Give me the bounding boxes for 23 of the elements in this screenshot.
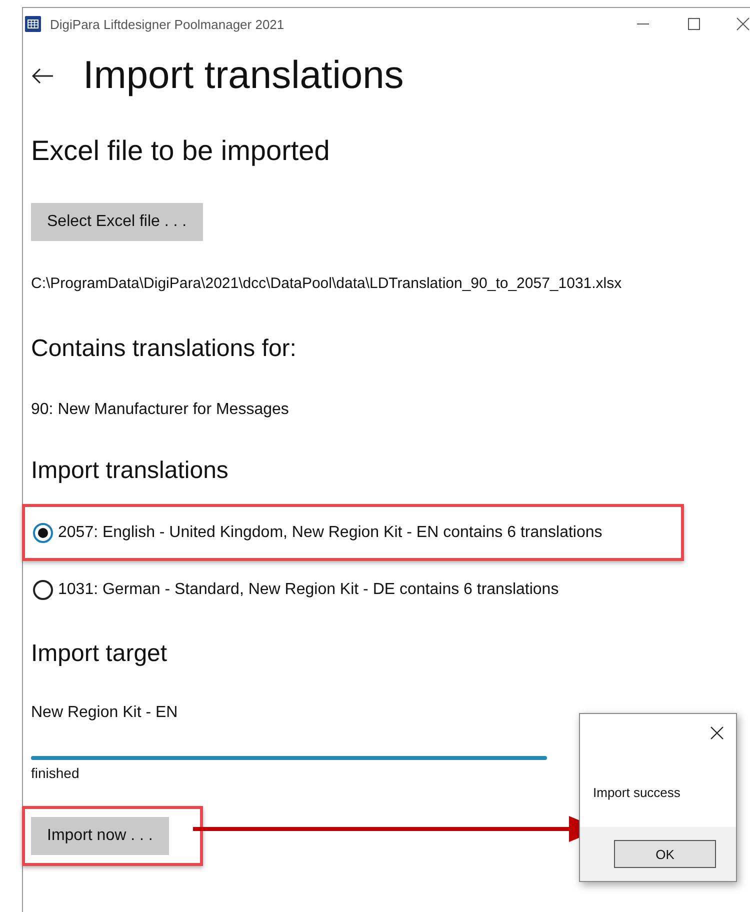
- window-title: DigiPara Liftdesigner Poolmanager 2021: [50, 16, 284, 32]
- section-heading: Excel file to be imported: [31, 135, 331, 167]
- ok-button[interactable]: OK: [614, 840, 716, 868]
- maximize-icon[interactable]: [687, 17, 701, 31]
- app-icon: [25, 16, 41, 32]
- radio-option[interactable]: 1031: German - Standard, New Region Kit - DE contains 6 translations: [33, 580, 559, 600]
- target-name: New Region Kit - EN: [31, 704, 179, 722]
- dialog-message: Import success: [592, 785, 682, 800]
- radio-option[interactable]: 2057: English - United Kingdom, New Region Kit - EN contains 6 translations: [33, 522, 602, 542]
- close-icon[interactable]: [710, 726, 724, 740]
- close-icon[interactable]: [736, 17, 750, 31]
- section-heading: Import translations: [31, 457, 230, 485]
- radio-button[interactable]: [33, 580, 53, 600]
- progress-status: finished: [31, 765, 80, 781]
- file-path: C:\ProgramData\DigiPara\2021\dcc\DataPool\data\LDTranslation_90_to_2057_1031.xlsx: [31, 275, 623, 292]
- section-heading: Contains translations for:: [31, 335, 298, 363]
- import-now-button[interactable]: Import now . . .: [31, 817, 169, 855]
- back-arrow-icon[interactable]: [32, 68, 54, 84]
- radio-button[interactable]: [33, 522, 53, 542]
- select-file-button[interactable]: Select Excel file . . .: [31, 203, 203, 241]
- page-title: Import translations: [83, 54, 404, 98]
- section-heading: Import target: [31, 640, 168, 668]
- language-entry: 90: New Manufacturer for Messages: [31, 401, 290, 419]
